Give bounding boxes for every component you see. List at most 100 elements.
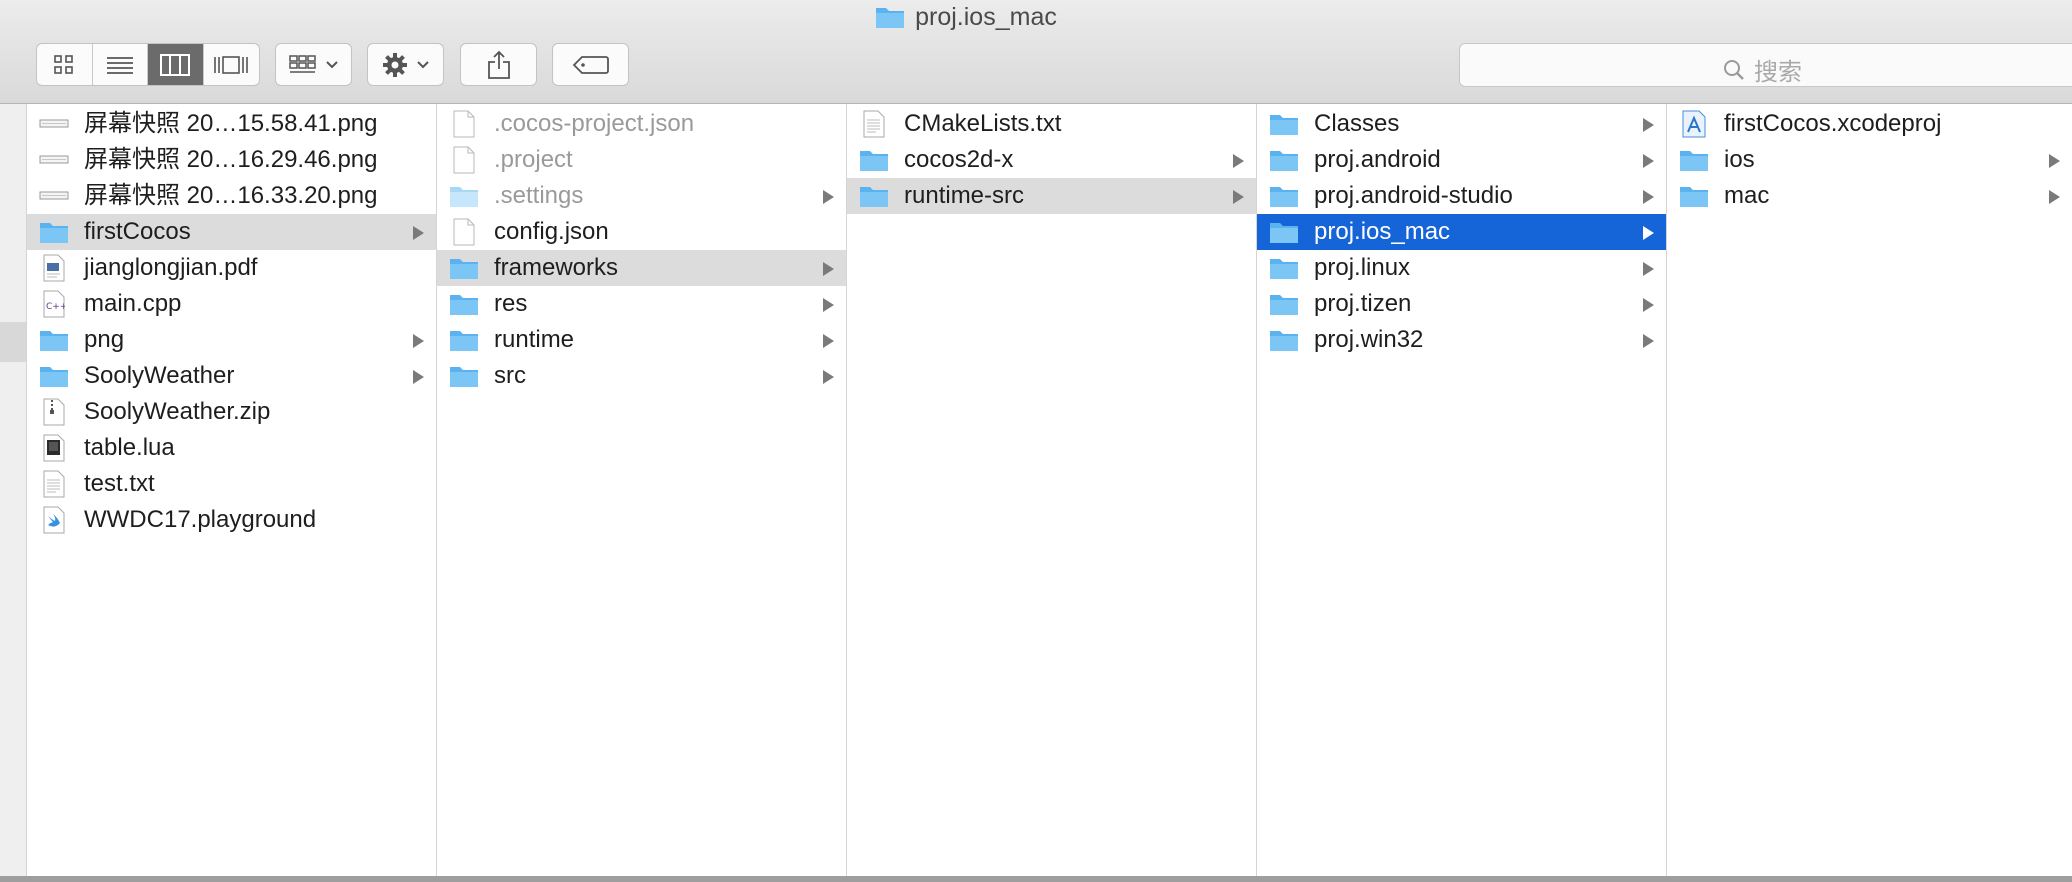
file-row[interactable]: .settings (437, 178, 846, 214)
file-row[interactable]: 屏幕快照 20…15.58.41.png (27, 106, 436, 142)
folder-icon (1269, 218, 1299, 246)
browser-column-2[interactable]: .cocos-project.json .project .settings conf… (437, 104, 847, 878)
file-name: CMakeLists.txt (904, 110, 1062, 137)
file-name: config.json (494, 218, 609, 245)
file-row[interactable]: proj.linux (1257, 250, 1666, 286)
file-name: table.lua (84, 434, 175, 461)
search-field[interactable]: 搜索 (1459, 43, 2072, 87)
folder-icon (1269, 290, 1299, 318)
file-row[interactable]: proj.win32 (1257, 322, 1666, 358)
folder-icon (859, 146, 889, 174)
share-inner (461, 44, 536, 85)
tag-button[interactable] (552, 43, 629, 86)
file-row[interactable]: runtime-src (847, 178, 1256, 214)
disclosure-arrow-icon (823, 370, 834, 384)
file-row[interactable]: proj.android-studio (1257, 178, 1666, 214)
disclosure-arrow-icon (413, 370, 424, 384)
file-row[interactable]: 屏幕快照 20…16.33.20.png (27, 178, 436, 214)
image-file-icon (39, 146, 69, 174)
file-row[interactable]: C++ main.cpp (27, 286, 436, 322)
browser-column-3[interactable]: CMakeLists.txt cocos2d-x runtime-src (847, 104, 1257, 878)
column-view-button[interactable] (148, 44, 204, 85)
file-row[interactable]: firstCocos.xcodeproj (1667, 106, 2072, 142)
file-name: firstCocos (84, 218, 191, 245)
arrange-button[interactable] (275, 43, 352, 86)
file-row[interactable]: ios (1667, 142, 2072, 178)
disclosure-arrow-icon (823, 334, 834, 348)
file-row[interactable]: png (27, 322, 436, 358)
file-row[interactable]: proj.tizen (1257, 286, 1666, 322)
disclosure-arrow-icon (1643, 190, 1654, 204)
file-row[interactable]: firstCocos (27, 214, 436, 250)
browser-column-1[interactable]: 屏幕快照 20…15.58.41.png 屏幕快照 20…16.29.46.png… (27, 104, 437, 878)
file-row[interactable]: table.lua (27, 430, 436, 466)
folder-icon (1269, 254, 1299, 282)
file-name: cocos2d-x (904, 146, 1014, 173)
folder-icon (449, 290, 479, 318)
zip-file-icon (39, 398, 69, 426)
file-name: test.txt (84, 470, 155, 497)
folder-icon (1679, 146, 1709, 174)
view-switcher (36, 43, 260, 86)
file-name: WWDC17.playground (84, 506, 317, 533)
list-view-button[interactable] (93, 44, 148, 85)
share-icon (487, 50, 510, 79)
folder-icon (39, 218, 69, 246)
file-name: proj.ios_mac (1314, 218, 1451, 245)
file-row[interactable]: proj.ios_mac (1257, 214, 1666, 250)
file-row[interactable]: config.json (437, 214, 846, 250)
file-row[interactable]: jianglongjian.pdf (27, 250, 436, 286)
file-row[interactable]: test.txt (27, 466, 436, 502)
file-name: Classes (1314, 110, 1400, 137)
blank-file-icon (449, 218, 479, 246)
file-name: proj.android (1314, 146, 1441, 173)
share-button[interactable] (460, 43, 537, 86)
disclosure-arrow-icon (2049, 190, 2060, 204)
folder-icon (39, 362, 69, 390)
arrange-inner (276, 44, 351, 85)
action-inner (368, 44, 443, 85)
file-row[interactable]: runtime (437, 322, 846, 358)
window-title-text: proj.ios_mac (915, 3, 1057, 31)
file-row[interactable]: SoolyWeather.zip (27, 394, 436, 430)
file-row[interactable]: WWDC17.playground (27, 502, 436, 538)
disclosure-arrow-icon (1643, 334, 1654, 348)
file-row[interactable]: res (437, 286, 846, 322)
file-row[interactable]: mac (1667, 178, 2072, 214)
folder-icon (449, 254, 479, 282)
folder-icon (1269, 182, 1299, 210)
file-row[interactable]: .project (437, 142, 846, 178)
file-name: src (494, 362, 526, 389)
browser-column-4[interactable]: Classes proj.android proj.android-studio pr… (1257, 104, 1667, 878)
file-name: 屏幕快照 20…15.58.41.png (84, 110, 378, 137)
gear-icon (382, 52, 407, 77)
blank-file-icon (449, 110, 479, 138)
disclosure-arrow-icon (1233, 154, 1244, 168)
file-name: proj.linux (1314, 254, 1411, 281)
file-name: SoolyWeather.zip (84, 398, 271, 425)
file-row[interactable]: src (437, 358, 846, 394)
file-name: frameworks (494, 254, 619, 281)
file-name: jianglongjian.pdf (84, 254, 258, 281)
tag-icon (572, 55, 609, 74)
browser-column-5[interactable]: firstCocos.xcodeproj ios mac (1667, 104, 2072, 878)
blank-file-icon (449, 146, 479, 174)
file-row[interactable]: frameworks (437, 250, 846, 286)
file-row[interactable]: proj.android (1257, 142, 1666, 178)
icon-view-button[interactable] (37, 44, 93, 85)
file-row[interactable]: .cocos-project.json (437, 106, 846, 142)
action-button[interactable] (367, 43, 444, 86)
folder-icon (449, 326, 479, 354)
file-row[interactable]: 屏幕快照 20…16.29.46.png (27, 142, 436, 178)
file-row[interactable]: Classes (1257, 106, 1666, 142)
tag-inner (553, 44, 628, 85)
file-row[interactable]: CMakeLists.txt (847, 106, 1256, 142)
chevron-down-icon (325, 60, 338, 68)
file-name: main.cpp (84, 290, 182, 317)
file-row[interactable]: cocos2d-x (847, 142, 1256, 178)
sidebar-edge (0, 104, 27, 878)
file-name: 屏幕快照 20…16.33.20.png (84, 182, 378, 209)
file-row[interactable]: SoolyWeather (27, 358, 436, 394)
cover-flow-view-button[interactable] (204, 44, 260, 85)
folder-icon (1269, 146, 1299, 174)
